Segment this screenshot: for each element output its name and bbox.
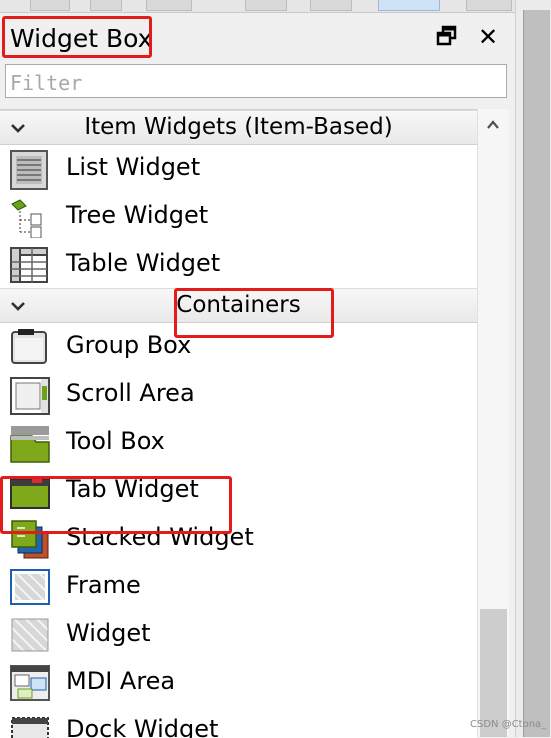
toolbar-button[interactable] <box>310 0 352 11</box>
item-label: Table Widget <box>66 249 221 277</box>
list-item-dock-widget[interactable]: Dock Widget <box>0 706 477 738</box>
filter-input[interactable]: Filter <box>5 64 507 98</box>
tool-box-icon <box>10 424 50 464</box>
list-item-table-widget[interactable]: Table Widget <box>0 240 477 288</box>
dock-widget-icon <box>10 712 50 738</box>
widget-icon <box>10 616 50 656</box>
group-box-icon <box>10 328 50 368</box>
close-icon[interactable]: ✕ <box>476 25 500 49</box>
list-item-widget[interactable]: Widget <box>0 610 477 658</box>
item-label: Frame <box>66 571 141 599</box>
category-containers[interactable]: Containers <box>0 288 477 323</box>
list-item-tab-widget[interactable]: Tab Widget <box>0 466 477 514</box>
scroll-up-icon[interactable] <box>486 117 500 131</box>
item-label: Dock Widget <box>66 715 219 738</box>
vertical-scrollbar[interactable] <box>477 109 509 737</box>
watermark: CSDN @Ctona_ <box>470 719 547 730</box>
tree-widget-icon <box>10 198 50 239</box>
list-item-list-widget[interactable]: List Widget <box>0 144 477 192</box>
dock-title-bar[interactable]: Widget Box ✕ <box>0 13 515 61</box>
toolbar-strip <box>0 0 551 13</box>
widget-box-dock: Widget Box ✕ Filter Item Widgets (Item-B… <box>0 13 515 738</box>
list-item-stacked-widget[interactable]: Stacked Widget <box>0 514 477 562</box>
float-icon[interactable] <box>436 25 458 47</box>
table-widget-icon <box>10 246 50 286</box>
tab-widget-icon <box>10 472 50 512</box>
toolbar-button[interactable] <box>245 0 287 11</box>
item-label: Scroll Area <box>66 379 195 407</box>
mdi-area-icon <box>10 664 50 704</box>
list-item-mdi-area[interactable]: MDI Area <box>0 658 477 706</box>
frame-icon <box>10 568 50 608</box>
dock-title: Widget Box <box>10 24 153 53</box>
toolbar-button[interactable] <box>90 0 122 11</box>
toolbar-button[interactable] <box>466 0 512 11</box>
item-label: Tab Widget <box>66 475 199 503</box>
list-item-group-box[interactable]: Group Box <box>0 322 477 370</box>
list-item-tool-box[interactable]: Tool Box <box>0 418 477 466</box>
item-label: Tree Widget <box>66 201 209 229</box>
scroll-thumb[interactable] <box>480 609 507 737</box>
side-panel-edge <box>515 0 551 737</box>
item-label: Widget <box>66 619 151 647</box>
item-label: List Widget <box>66 153 201 181</box>
scroll-area-icon <box>10 376 50 416</box>
toolbar-button-active[interactable] <box>378 0 440 11</box>
item-label: Stacked Widget <box>66 523 254 551</box>
list-item-scroll-area[interactable]: Scroll Area <box>0 370 477 418</box>
stacked-widget-icon <box>10 520 50 560</box>
item-label: Group Box <box>66 331 192 359</box>
widget-list: Item Widgets (Item-Based) List Widget Tr… <box>0 109 477 738</box>
category-label: Item Widgets (Item-Based) <box>84 114 393 140</box>
category-label: Containers <box>176 292 301 318</box>
list-widget-icon <box>10 150 50 190</box>
side-panel-scrollbar[interactable] <box>523 10 550 737</box>
item-label: Tool Box <box>66 427 165 455</box>
list-item-frame[interactable]: Frame <box>0 562 477 610</box>
item-label: MDI Area <box>66 667 176 695</box>
toolbar-button[interactable] <box>30 0 70 11</box>
list-item-tree-widget[interactable]: Tree Widget <box>0 192 477 240</box>
toolbar-button[interactable] <box>146 0 192 11</box>
category-item-widgets[interactable]: Item Widgets (Item-Based) <box>0 110 477 145</box>
